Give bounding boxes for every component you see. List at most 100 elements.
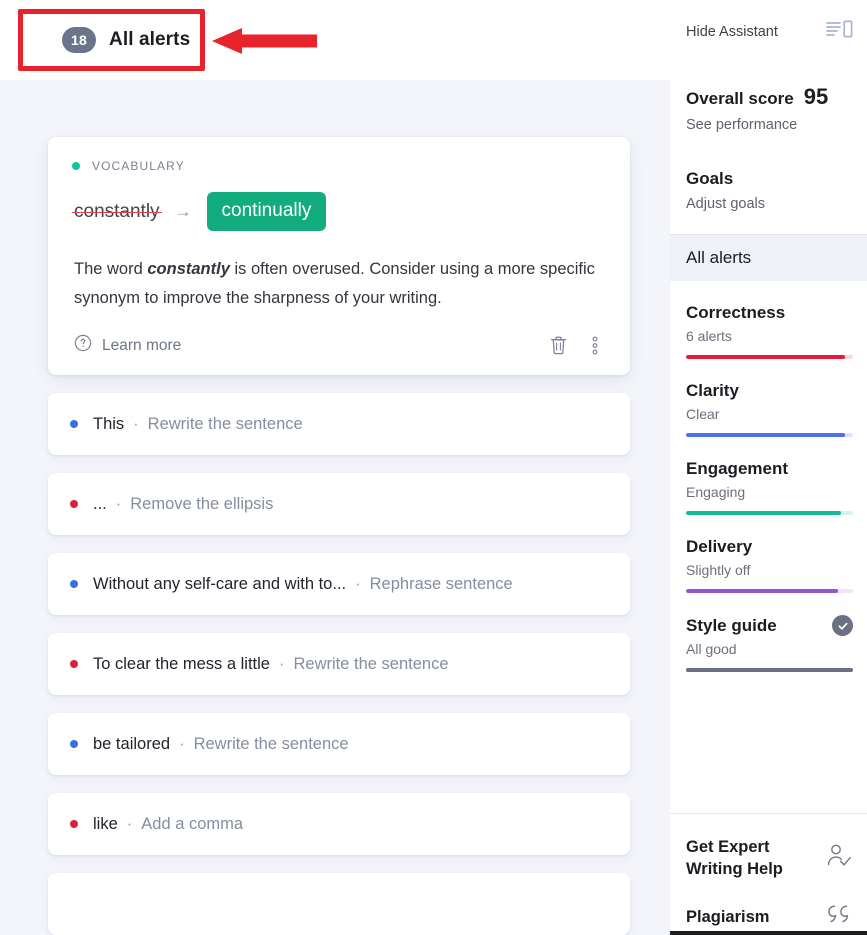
sidebar-all-alerts-label: All alerts <box>686 248 752 267</box>
learn-more-link[interactable]: Learn more <box>74 334 181 357</box>
tab-all-alerts[interactable]: 18 All alerts <box>62 27 190 53</box>
goals-label: Goals <box>686 169 734 188</box>
sidebar-item-expert-help[interactable]: Get Expert Writing Help <box>686 836 853 880</box>
score-metrics-host: Correctness 6 alerts Clarity Clear Engagemen… <box>686 303 853 672</box>
alert-row[interactable] <box>48 873 630 935</box>
card-category-row: VOCABULARY <box>72 159 606 173</box>
metric-head: Engagement <box>686 459 853 479</box>
plagiarism-label: Plagiarism <box>686 907 770 926</box>
original-word: constantly <box>72 200 162 222</box>
metric-title: Clarity <box>686 381 739 400</box>
check-circle-icon <box>832 615 853 636</box>
alert-row[interactable]: ... · Remove the ellipsis <box>48 473 630 535</box>
assistant-sidebar: Hide Assistant Overall score 95 See perf… <box>670 0 867 935</box>
score-metric[interactable]: Delivery Slightly off <box>686 537 853 593</box>
category-dot-icon <box>72 162 80 170</box>
alert-text: be tailored <box>93 734 171 753</box>
alert-text: To clear the mess a little <box>93 654 270 673</box>
arrow-right-icon: → <box>174 202 192 221</box>
sidebar-item-plagiarism[interactable]: Plagiarism <box>686 902 853 931</box>
alert-row[interactable]: like · Add a comma <box>48 793 630 855</box>
alerts-pane: 18 All alerts VOCABULARY constantly → co… <box>0 0 670 935</box>
metric-bar-fill <box>686 433 845 437</box>
all-alerts-count-badge: 18 <box>62 27 96 53</box>
score-metric[interactable]: Style guide All good <box>686 615 853 672</box>
alert-severity-dot-icon <box>70 660 78 668</box>
metric-sub: Clear <box>686 406 720 422</box>
metric-sub: All good <box>686 641 737 657</box>
trash-icon[interactable] <box>549 335 568 356</box>
card-description: The word constantly is often overused. C… <box>72 255 606 313</box>
metric-head: Delivery <box>686 537 853 557</box>
metric-bar-fill <box>686 589 838 593</box>
alert-separator: · <box>126 814 133 833</box>
metric-sub: Engaging <box>686 484 746 500</box>
alert-separator: · <box>355 574 361 593</box>
metric-sub: Slightly off <box>686 562 751 578</box>
alert-row[interactable]: Without any self-care and with to... · Rep… <box>48 553 630 615</box>
metric-title: Correctness <box>686 303 786 322</box>
alerts-list[interactable]: VOCABULARY constantly → continually The … <box>0 80 670 935</box>
metric-title: Delivery <box>686 537 753 556</box>
expert-help-label: Get Expert Writing Help <box>686 836 783 880</box>
alert-separator: · <box>115 494 122 513</box>
panel-collapse-icon <box>826 20 853 43</box>
alert-action: Remove the ellipsis <box>130 494 274 513</box>
more-vertical-icon[interactable] <box>592 335 598 356</box>
card-description-prefix: The word <box>74 260 148 278</box>
alert-row[interactable]: This · Rewrite the sentence <box>48 393 630 455</box>
overall-score-block[interactable]: Overall score 95 See performance <box>686 84 853 133</box>
alert-rows-host: This · Rewrite the sentence... · Remove the … <box>48 393 630 935</box>
expert-help-line2: Writing Help <box>686 860 783 878</box>
all-alerts-tab-label: All alerts <box>109 29 191 50</box>
alert-separator: · <box>133 414 139 433</box>
score-metric[interactable]: Correctness 6 alerts <box>686 303 853 359</box>
expert-help-line1: Get Expert <box>686 838 770 856</box>
replacement-word-button[interactable]: continually <box>206 192 327 231</box>
card-category-label: VOCABULARY <box>92 159 185 173</box>
bottom-divider <box>670 813 867 814</box>
alert-action: Rewrite the sentence <box>147 414 303 433</box>
alert-severity-dot-icon <box>70 420 78 428</box>
score-metric[interactable]: Clarity Clear <box>686 381 853 437</box>
learn-more-label: Learn more <box>102 336 182 354</box>
metric-title: Engagement <box>686 459 789 478</box>
card-description-bold: constantly <box>147 260 230 278</box>
alert-separator: · <box>179 734 185 753</box>
metric-head: Correctness <box>686 303 853 323</box>
metric-sub: 6 alerts <box>686 328 732 344</box>
metric-bar-track <box>686 355 853 359</box>
metric-bar-track <box>686 433 853 437</box>
card-suggestion-row: constantly → continually <box>72 192 606 231</box>
see-performance-link[interactable]: See performance <box>686 117 853 133</box>
metric-bar-fill <box>686 668 853 672</box>
alert-severity-dot-icon <box>70 820 78 828</box>
person-check-icon <box>823 841 853 876</box>
metric-bar-fill <box>686 511 842 515</box>
alert-severity-dot-icon <box>70 500 78 508</box>
overall-score-label: Overall score <box>686 89 794 108</box>
alert-row[interactable]: To clear the mess a little · Rewrite the s… <box>48 633 630 695</box>
alert-separator: · <box>279 654 285 673</box>
quote-marks-icon <box>823 902 853 931</box>
vocabulary-suggestion-card[interactable]: VOCABULARY constantly → continually The … <box>48 137 630 375</box>
alert-action: Rewrite the sentence <box>293 654 449 673</box>
metric-head: Style guide <box>686 615 853 636</box>
goals-block[interactable]: Goals Adjust goals <box>686 169 853 212</box>
score-metric[interactable]: Engagement Engaging <box>686 459 853 515</box>
alert-text: Without any self-care and with to... <box>93 574 347 593</box>
hide-assistant-label: Hide Assistant <box>686 23 778 40</box>
alert-action: Rephrase sentence <box>369 574 513 593</box>
metric-head: Clarity <box>686 381 853 401</box>
question-circle-icon <box>74 334 92 357</box>
sidebar-bottom-bar <box>670 931 867 935</box>
adjust-goals-link[interactable]: Adjust goals <box>686 196 853 212</box>
alert-action: Add a comma <box>141 814 244 833</box>
metric-title: Style guide <box>686 615 777 635</box>
alert-text: like <box>93 814 118 833</box>
sidebar-item-all-alerts[interactable]: All alerts <box>670 235 867 281</box>
alert-row[interactable]: be tailored · Rewrite the sentence <box>48 713 630 775</box>
hide-assistant-button[interactable]: Hide Assistant <box>686 0 853 43</box>
card-actions <box>549 335 606 356</box>
metric-bar-track <box>686 511 853 515</box>
